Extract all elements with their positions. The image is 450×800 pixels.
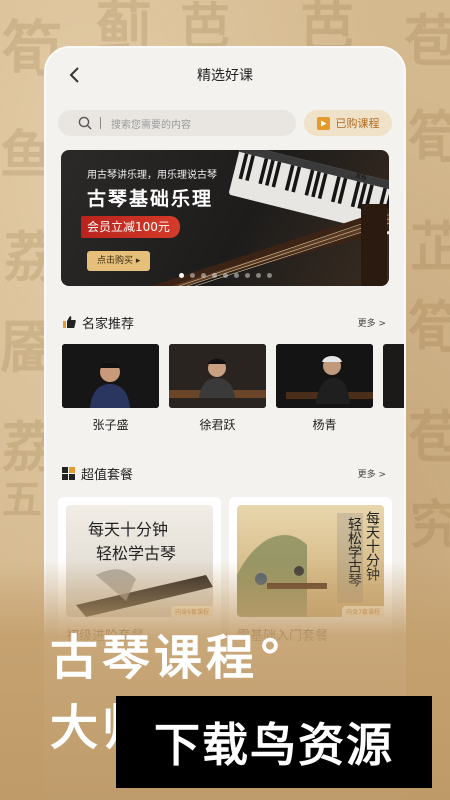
carousel-dot[interactable] — [211, 273, 217, 278]
banner-subtitle: 用古琴讲乐理，用乐理说古琴 — [87, 170, 217, 181]
teachers-section-header: 名家推荐 更多 > — [46, 312, 404, 332]
thumbs-up-icon — [63, 316, 76, 328]
carousel-dot[interactable] — [178, 273, 184, 278]
navbar: 精选好课 — [46, 48, 404, 102]
play-box-icon — [316, 116, 330, 130]
packages-section-title-wrap: 超值套餐 — [62, 464, 133, 483]
teacher-card[interactable]: 杨青 — [276, 344, 373, 433]
teacher-photo — [276, 344, 373, 408]
banner-title: 古琴基础乐理 — [87, 188, 214, 210]
carousel-dot[interactable] — [233, 273, 239, 278]
package-badge: 内含7套课程 — [342, 606, 384, 617]
search-placeholder: 搜索您需要的内容 — [111, 119, 191, 131]
grid-icon — [62, 466, 75, 480]
purchased-courses-label: 已购课程 — [335, 117, 380, 130]
teacher-photo — [169, 344, 266, 408]
teacher-name: 杨青 — [312, 418, 337, 432]
search-divider — [100, 117, 101, 129]
watermark-text: 下载鸟资源 — [154, 718, 394, 772]
banner-promo-tag: 会员立减100元 — [81, 216, 180, 238]
overlay-headline-1: 古琴课程° — [50, 630, 287, 686]
carousel-dot[interactable] — [244, 273, 250, 278]
carousel-dots — [61, 273, 389, 278]
teachers-section-title: 名家推荐 — [82, 316, 135, 332]
carousel-dot[interactable] — [200, 273, 206, 278]
search-row: 搜索您需要的内容 已购课程 — [46, 110, 404, 136]
package-cover-line1: 每天十分钟 — [364, 511, 380, 581]
package-badge: 内含6套课程 — [171, 606, 213, 617]
guqin-illustration — [76, 569, 213, 617]
teacher-list: 张子盛 徐君跃 杨青 — [46, 344, 404, 433]
teachers-section-title-wrap: 名家推荐 — [62, 313, 134, 332]
back-button[interactable] — [62, 63, 86, 87]
chevron-left-icon — [69, 67, 79, 83]
teachers-section: 名家推荐 更多 > 张子盛 徐君跃 杨青 — [46, 312, 404, 433]
packages-more-link[interactable]: 更多 > — [358, 467, 386, 480]
teacher-card[interactable] — [383, 344, 404, 433]
banner-buy-button[interactable]: 点击购买 ▸ — [87, 251, 151, 271]
teacher-card[interactable]: 徐君跃 — [169, 344, 266, 433]
package-cover: 每天十分钟 轻松学古琴 内含6套课程 — [66, 505, 213, 617]
search-icon — [78, 116, 92, 130]
watermark-banner: 下载鸟资源 — [116, 696, 432, 788]
teachers-more-link[interactable]: 更多 > — [358, 316, 386, 329]
packages-section-header: 超值套餐 更多 > — [46, 463, 404, 483]
package-cover: 每天十分钟 轻松学古琴 内含7套课程 — [237, 505, 384, 617]
teacher-name: 徐君跃 — [199, 418, 236, 432]
promo-banner[interactable]: 用古琴讲乐理，用乐理说古琴 古琴基础乐理 会员立减100元 点击购买 ▸ X6 — [61, 150, 389, 286]
carousel-dot[interactable] — [255, 273, 261, 278]
carousel-dot[interactable] — [189, 273, 195, 278]
purchased-courses-button[interactable]: 已购课程 — [304, 110, 392, 136]
packages-section-title: 超值套餐 — [81, 467, 134, 483]
carousel-dot[interactable] — [222, 273, 228, 278]
package-cover-line2: 轻松学古琴 — [346, 517, 362, 587]
teacher-photo — [383, 344, 404, 408]
search-input[interactable]: 搜索您需要的内容 — [58, 110, 296, 136]
carousel-dot[interactable] — [266, 273, 272, 278]
teacher-card[interactable]: 张子盛 — [62, 344, 159, 433]
teacher-name: 张子盛 — [92, 418, 129, 432]
page-title: 精选好课 — [197, 68, 253, 84]
teacher-photo — [62, 344, 159, 408]
